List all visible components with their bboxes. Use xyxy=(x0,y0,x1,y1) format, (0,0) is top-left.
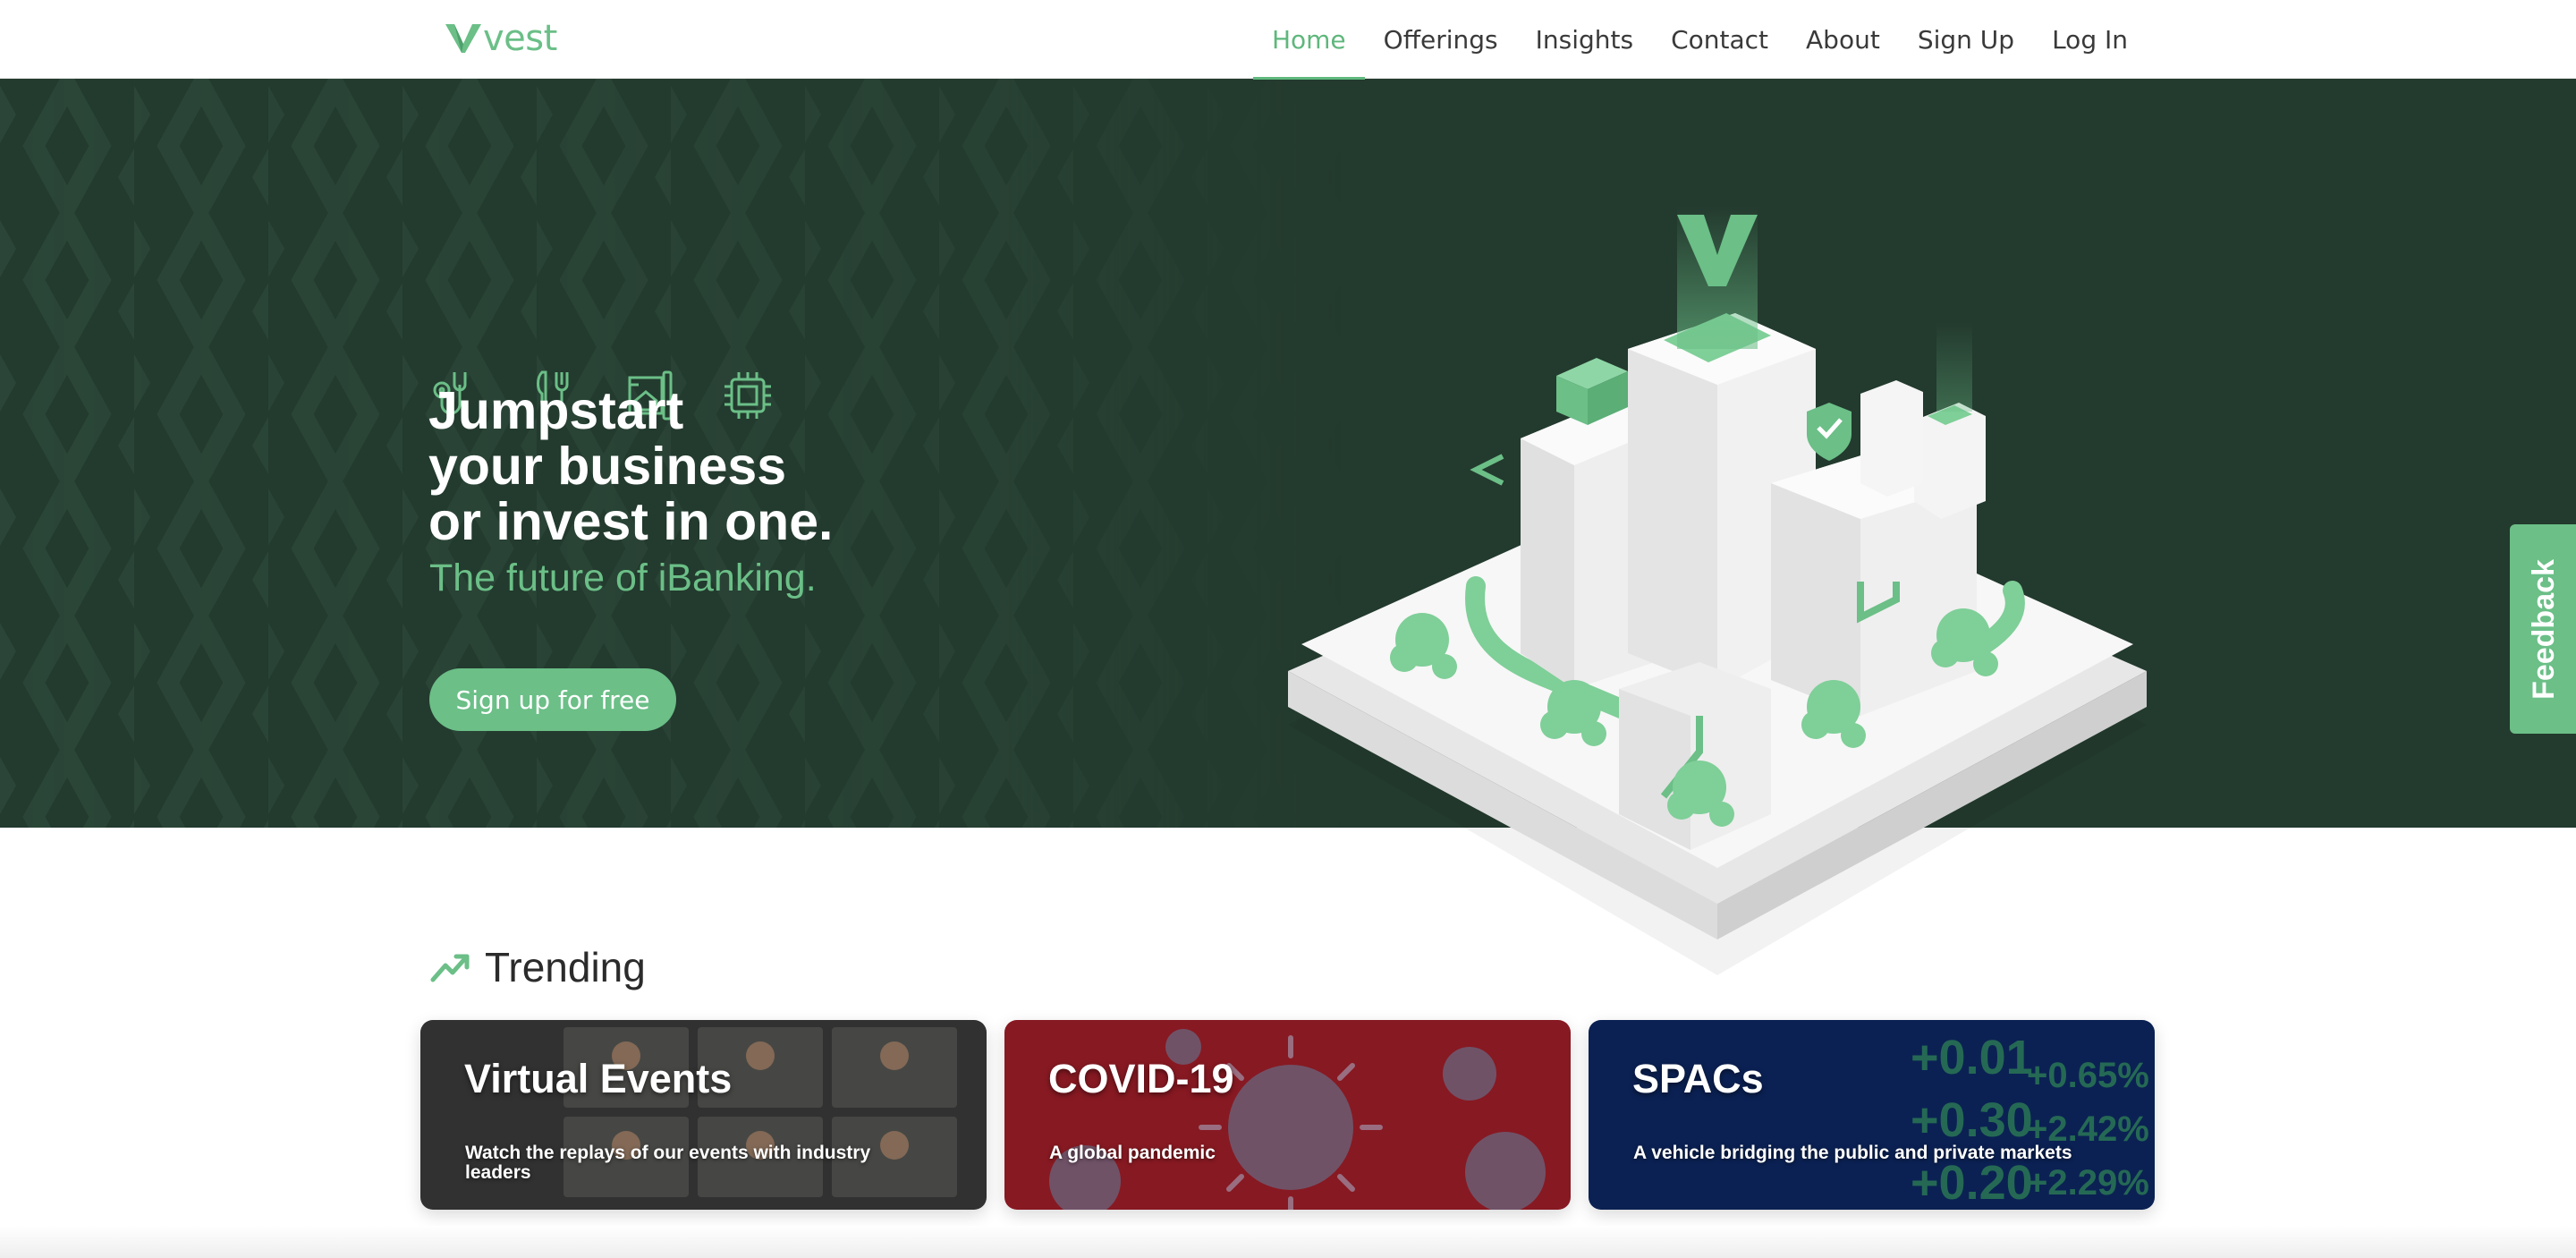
top-navbar: vest Home Offerings Insights Contact Abo… xyxy=(0,0,2576,80)
isometric-city-illustration xyxy=(1288,206,2147,975)
nav-about[interactable]: About xyxy=(1787,0,1899,79)
hero-headline-line: or invest in one. xyxy=(428,492,834,551)
trending-card-spacs[interactable]: +0.01 +0.65% +0.30 +2.42% +0.20 +2.29% S… xyxy=(1589,1020,2155,1210)
trending-card-covid-19[interactable]: COVID-19 A global pandemic xyxy=(1004,1020,1571,1210)
card-title: Virtual Events xyxy=(464,1056,733,1101)
card-description: Watch the replays of our events with ind… xyxy=(465,1143,871,1183)
hero-subtitle: The future of iBanking. xyxy=(429,557,817,599)
brand-logo[interactable]: vest xyxy=(445,16,557,61)
card-description: A vehicle bridging the public and privat… xyxy=(1633,1143,2072,1163)
card-title: COVID-19 xyxy=(1048,1056,1234,1101)
main-nav: Home Offerings Insights Contact About Si… xyxy=(1252,0,2147,80)
hero-headline-line: your business xyxy=(428,437,787,496)
trending-cards: Virtual Events Watch the replays of our … xyxy=(420,1020,2155,1210)
card-description: A global pandemic xyxy=(1049,1143,1216,1163)
feedback-tab[interactable]: Feedback xyxy=(2510,524,2576,734)
trending-card-virtual-events[interactable]: Virtual Events Watch the replays of our … xyxy=(420,1020,987,1210)
stock-ticker-image: +0.01 +0.65% +0.30 +2.42% +0.20 +2.29% xyxy=(1589,1020,2155,1210)
logo-wordmark: vest xyxy=(483,18,557,59)
nav-sign-up[interactable]: Sign Up xyxy=(1899,0,2033,79)
trending-title: Trending xyxy=(485,944,646,990)
page-bottom-shadow xyxy=(0,1226,2576,1258)
feedback-label: Feedback xyxy=(2526,558,2561,700)
sign-up-free-button[interactable]: Sign up for free xyxy=(429,668,676,731)
nav-insights[interactable]: Insights xyxy=(1517,0,1652,79)
logo-v-icon xyxy=(445,24,481,53)
nav-contact[interactable]: Contact xyxy=(1652,0,1787,79)
trending-header: Trending xyxy=(429,943,646,991)
virus-image xyxy=(1004,1020,1571,1210)
nav-home[interactable]: Home xyxy=(1252,0,1365,80)
card-title: SPACs xyxy=(1632,1056,1764,1101)
nav-log-in[interactable]: Log In xyxy=(2033,0,2147,79)
hero-headline: Jumpstart your business or invest in one… xyxy=(428,383,1055,549)
hero-headline-line: Jumpstart xyxy=(428,381,684,440)
trending-up-icon xyxy=(430,954,470,982)
nav-offerings[interactable]: Offerings xyxy=(1365,0,1517,79)
